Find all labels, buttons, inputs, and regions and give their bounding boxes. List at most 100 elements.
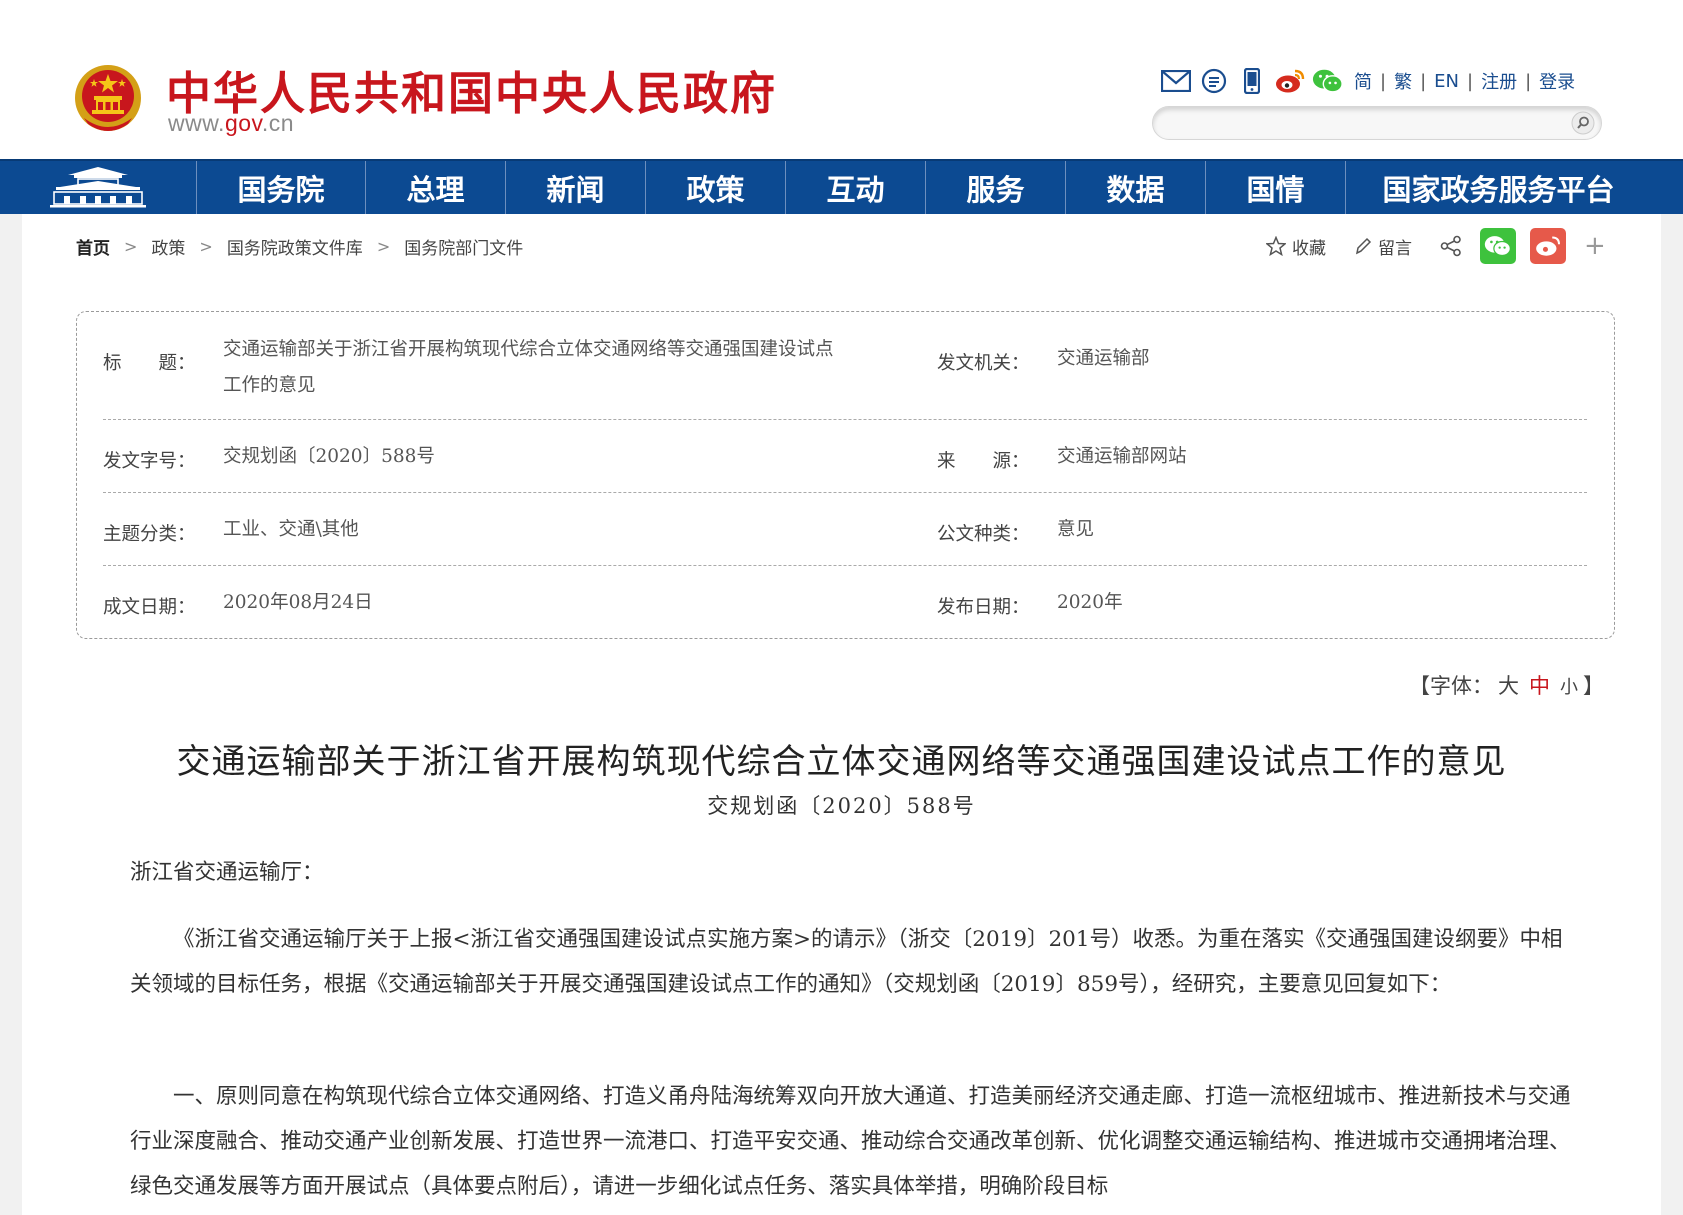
written-date-label: 成文日期： — [103, 597, 196, 618]
lang-traditional[interactable]: 繁 — [1394, 68, 1412, 94]
paragraph-2: 一、原则同意在构筑现代综合立体交通网络、打造义甬舟陆海统筹双向开放大通道、打造美… — [130, 1074, 1580, 1209]
font-size-close: 】 — [1583, 674, 1604, 698]
left-margin — [0, 214, 22, 1215]
breadcrumb: 首页 > 政策 > 国务院政策文件库 > 国务院部门文件 — [76, 234, 523, 259]
source-value: 交通运输部网站 — [1057, 446, 1187, 467]
breadcrumb-department-docs[interactable]: 国务院部门文件 — [404, 234, 523, 259]
lang-simplified[interactable]: 简 — [1354, 68, 1372, 94]
site-url-prefix: www. — [168, 110, 225, 136]
title-label: 标 题： — [103, 353, 196, 374]
register-link[interactable]: 注册 — [1481, 68, 1517, 94]
share-button[interactable] — [1440, 235, 1462, 257]
title-value-line-1: 交通运输部关于浙江省开展构筑现代综合立体交通网络等交通强国建设试点 — [223, 339, 834, 360]
topic-value: 工业、交通\其他 — [223, 519, 359, 540]
weibo-icon — [1536, 236, 1561, 256]
comment-button[interactable]: 留言 — [1354, 234, 1412, 259]
paragraph-text: 《浙江省交通运输厅关于上报<浙江省交通强国建设试点实施方案>的请示》（浙交〔20… — [130, 927, 1563, 997]
nav-news[interactable]: 新闻 — [506, 161, 646, 214]
written-date-value: 2020年08月24日 — [223, 592, 373, 613]
info-row-title: 标 题： 交通运输部关于浙江省开展构筑现代综合立体交通网络等交通强国建设试点 工… — [103, 332, 1587, 402]
site-url-suffix: .cn — [261, 110, 295, 136]
wechat-icon[interactable] — [1312, 66, 1344, 96]
font-size-large[interactable]: 大 — [1498, 674, 1519, 698]
document-info-box: 标 题： 交通运输部关于浙江省开展构筑现代综合立体交通网络等交通强国建设试点 工… — [76, 311, 1615, 639]
pencil-icon — [1355, 237, 1372, 255]
chevron-right-icon: > — [124, 237, 138, 256]
issuer-value: 交通运输部 — [1057, 348, 1150, 369]
nav-interaction[interactable]: 互动 — [786, 161, 926, 214]
doc-number-label: 发文字号： — [103, 451, 196, 472]
search-icon[interactable] — [1571, 111, 1595, 135]
document-body: 浙江省交通运输厅： — [130, 850, 1580, 895]
wechat-icon — [1484, 236, 1511, 257]
top-tools: 简 | 繁 | EN | 注册 | 登录 — [1160, 64, 1575, 98]
divider — [103, 565, 1587, 566]
lang-english[interactable]: EN — [1434, 71, 1459, 92]
paragraph-text: 一、原则同意在构筑现代综合立体交通网络、打造义甬舟陆海统筹双向开放大通道、打造美… — [130, 1084, 1571, 1199]
message-icon[interactable] — [1198, 66, 1230, 96]
star-icon — [1266, 236, 1286, 256]
chevron-right-icon: > — [376, 237, 391, 256]
nav-home-logo[interactable] — [0, 161, 197, 214]
info-row-topic: 主题分类： 工业、交通\其他 公文种类： 意见 — [103, 512, 1587, 552]
right-margin — [1661, 214, 1683, 1215]
paragraph-1: 《浙江省交通运输厅关于上报<浙江省交通强国建设试点实施方案>的请示》（浙交〔20… — [130, 917, 1580, 1007]
search-input[interactable] — [1167, 112, 1551, 136]
info-row-doc-number: 发文字号： 交规划函〔2020〕588号 来 源： 交通运输部网站 — [103, 439, 1587, 479]
share-icon — [1440, 235, 1461, 257]
nav-state-council[interactable]: 国务院 — [197, 161, 366, 214]
title-value-line-2: 工作的意见 — [223, 375, 316, 396]
mobile-icon[interactable] — [1236, 66, 1268, 96]
site-header: 中华人民共和国中央人民政府 www.gov.cn 简 | 繁 | EN | 注册… — [0, 0, 1683, 159]
language-links: 简 | 繁 | EN | 注册 | 登录 — [1354, 68, 1575, 94]
breadcrumb-home[interactable]: 首页 — [76, 234, 110, 259]
more-share-button[interactable]: + — [1584, 231, 1606, 261]
nav-premier[interactable]: 总理 — [366, 161, 506, 214]
divider — [103, 419, 1587, 420]
login-link[interactable]: 登录 — [1539, 68, 1575, 94]
favorite-button[interactable]: 收藏 — [1266, 234, 1326, 259]
national-emblem-icon — [75, 65, 141, 131]
title-value: 交通运输部关于浙江省开展构筑现代综合立体交通网络等交通强国建设试点 工作的意见 — [223, 332, 943, 404]
tiananmen-icon — [50, 167, 146, 208]
nav-national-info[interactable]: 国情 — [1206, 161, 1346, 214]
mail-icon[interactable] — [1160, 66, 1192, 96]
publish-date-value: 2020年 — [1057, 592, 1123, 613]
doc-type-value: 意见 — [1057, 519, 1095, 540]
search-box — [1152, 106, 1602, 140]
issuer-label: 发文机关： — [937, 353, 1030, 374]
font-size-open: 【字体： — [1409, 674, 1493, 698]
share-wechat-button[interactable] — [1480, 228, 1516, 264]
favorite-label: 收藏 — [1292, 238, 1326, 259]
publish-date-label: 发布日期： — [937, 597, 1030, 618]
font-size-switch: 【字体：大中小】 — [1409, 670, 1604, 700]
weibo-icon[interactable] — [1274, 66, 1306, 96]
main-nav: 国务院 总理 新闻 政策 互动 服务 数据 国情 国家政务服务平台 — [0, 159, 1683, 214]
share-weibo-button[interactable] — [1530, 228, 1566, 264]
site-url[interactable]: www.gov.cn — [168, 110, 294, 137]
document-number: 交规划函〔2020〕588号 — [707, 794, 976, 818]
breadcrumb-policy[interactable]: 政策 — [151, 234, 185, 259]
divider — [103, 492, 1587, 493]
topic-label: 主题分类： — [103, 524, 196, 545]
document-title: 交通运输部关于浙江省开展构筑现代综合立体交通网络等交通强国建设试点工作的意见 — [176, 742, 1507, 782]
divider: | — [1420, 70, 1427, 92]
chevron-right-icon: > — [199, 237, 213, 256]
share-toolbar: 收藏 留言 + — [1266, 228, 1606, 264]
comment-label: 留言 — [1378, 238, 1412, 259]
salutation: 浙江省交通运输厅： — [130, 860, 324, 885]
nav-services[interactable]: 服务 — [926, 161, 1066, 214]
divider: | — [1525, 70, 1532, 92]
doc-type-label: 公文种类： — [937, 524, 1030, 545]
breadcrumb-policy-library[interactable]: 国务院政策文件库 — [227, 234, 363, 259]
site-url-brand: gov — [224, 110, 262, 136]
doc-number-value: 交规划函〔2020〕588号 — [223, 446, 435, 467]
nav-gov-service-platform[interactable]: 国家政务服务平台 — [1346, 161, 1651, 214]
font-size-small[interactable]: 小 — [1560, 677, 1578, 698]
nav-data[interactable]: 数据 — [1066, 161, 1206, 214]
nav-policy[interactable]: 政策 — [646, 161, 786, 214]
font-size-medium[interactable]: 中 — [1529, 674, 1550, 698]
divider: | — [1467, 70, 1474, 92]
divider: | — [1380, 70, 1387, 92]
source-label: 来 源： — [937, 451, 1030, 472]
